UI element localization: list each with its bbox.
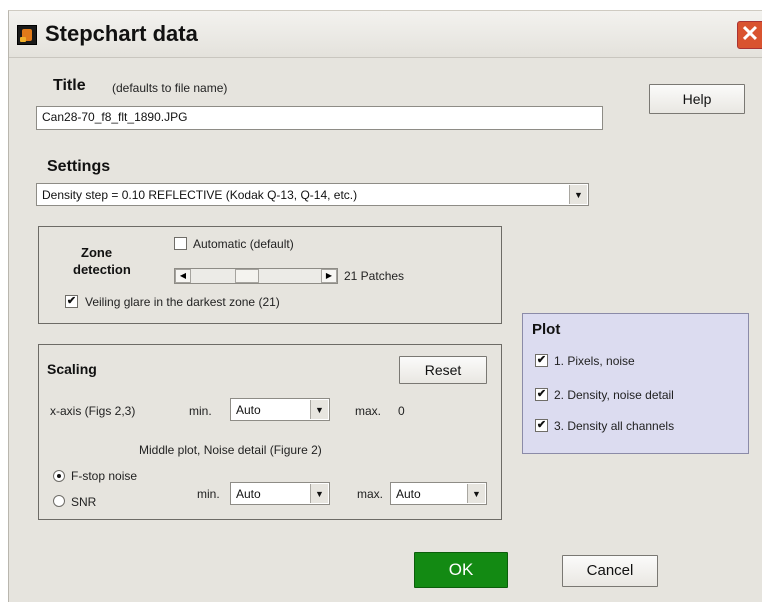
- app-icon: [17, 25, 37, 45]
- plot-density-noise-checkbox[interactable]: ✔: [535, 388, 548, 401]
- x-axis-min-value: Auto: [236, 403, 261, 417]
- automatic-checkbox[interactable]: [174, 237, 187, 250]
- title-heading: Title: [53, 77, 86, 94]
- window-title: Stepchart data: [45, 21, 198, 46]
- chevron-down-icon[interactable]: ▼: [569, 185, 587, 204]
- fstop-noise-radio[interactable]: [53, 470, 65, 482]
- reset-button[interactable]: Reset: [399, 356, 487, 384]
- plot-density-channels-checkbox[interactable]: ✔: [535, 419, 548, 432]
- x-axis-label: x-axis (Figs 2,3): [50, 404, 136, 418]
- slider-thumb[interactable]: [235, 269, 259, 283]
- noise-min-label: min.: [197, 487, 220, 501]
- plot-item-label: 2. Density, noise detail: [554, 388, 674, 402]
- snr-radio[interactable]: [53, 495, 65, 507]
- noise-max-dropdown[interactable]: Auto ▼: [390, 482, 487, 505]
- noise-max-value: Auto: [396, 487, 421, 501]
- x-axis-max-label: max.: [355, 404, 382, 418]
- stepchart-dialog: Stepchart data ✕ Title (defaults to file…: [8, 10, 762, 602]
- x-axis-min-dropdown[interactable]: Auto ▼: [230, 398, 330, 421]
- plot-item-label: 1. Pixels, noise: [554, 354, 635, 368]
- cancel-button[interactable]: Cancel: [562, 555, 658, 587]
- middle-plot-label: Middle plot, Noise detail (Figure 2): [139, 443, 322, 457]
- plot-heading: Plot: [532, 321, 561, 338]
- settings-dropdown[interactable]: Density step = 0.10 REFLECTIVE (Kodak Q-…: [36, 183, 589, 206]
- title-input[interactable]: Can28-70_f8_flt_1890.JPG: [36, 106, 603, 130]
- patches-count-label: 21 Patches: [344, 269, 405, 283]
- settings-selected-value: Density step = 0.10 REFLECTIVE (Kodak Q-…: [42, 188, 358, 202]
- help-button[interactable]: Help: [649, 84, 745, 114]
- noise-min-value: Auto: [236, 487, 261, 501]
- ok-button[interactable]: OK: [414, 552, 508, 588]
- x-axis-min-label: min.: [189, 404, 212, 418]
- snr-label: SNR: [71, 495, 97, 509]
- chevron-down-icon[interactable]: ▼: [310, 484, 328, 503]
- fstop-noise-label: F-stop noise: [71, 469, 138, 483]
- automatic-label: Automatic (default): [193, 237, 294, 251]
- close-button[interactable]: ✕: [737, 21, 762, 49]
- zone-heading-line1: Zone: [81, 245, 113, 260]
- zone-heading-line2: detection: [73, 262, 131, 277]
- scroll-left-icon[interactable]: ◀: [175, 269, 191, 283]
- plot-item-label: 3. Density all channels: [554, 419, 675, 433]
- plot-pixels-noise-checkbox[interactable]: ✔: [535, 354, 548, 367]
- chevron-down-icon[interactable]: ▼: [467, 484, 485, 503]
- chevron-down-icon[interactable]: ▼: [310, 400, 328, 419]
- scaling-heading: Scaling: [47, 361, 97, 377]
- patches-slider[interactable]: ◀ ▶: [174, 268, 338, 284]
- scroll-right-icon[interactable]: ▶: [321, 269, 337, 283]
- noise-max-label: max.: [357, 487, 384, 501]
- veiling-glare-label: Veiling glare in the darkest zone (21): [85, 295, 280, 309]
- settings-heading: Settings: [47, 158, 111, 175]
- veiling-glare-checkbox[interactable]: ✔: [65, 295, 78, 308]
- title-hint: (defaults to file name): [112, 81, 228, 95]
- x-axis-max-value: 0: [398, 404, 405, 418]
- noise-min-dropdown[interactable]: Auto ▼: [230, 482, 330, 505]
- title-bar: Stepchart data ✕: [9, 11, 762, 58]
